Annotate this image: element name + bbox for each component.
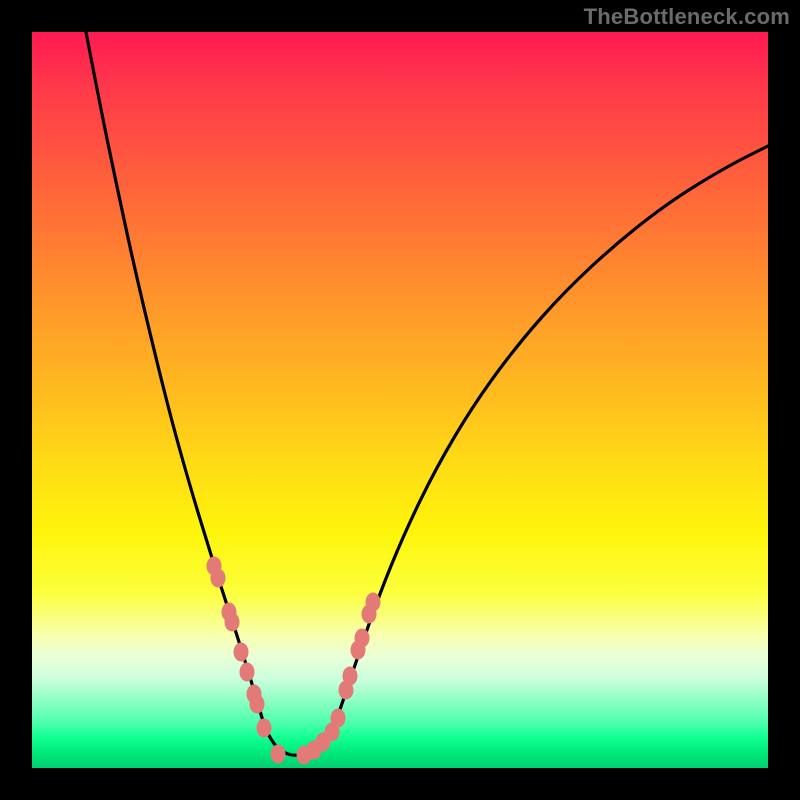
sample-dots-group bbox=[207, 557, 381, 765]
chart-frame: TheBottleneck.com bbox=[0, 0, 800, 800]
plot-area bbox=[32, 32, 768, 768]
watermark-text: TheBottleneck.com bbox=[584, 4, 790, 30]
sample-dot bbox=[211, 569, 226, 588]
sample-dot bbox=[225, 613, 240, 632]
sample-dot bbox=[366, 593, 381, 612]
sample-dot bbox=[355, 629, 370, 648]
sample-dot bbox=[234, 643, 249, 662]
curve-right-branch bbox=[330, 146, 768, 738]
sample-dot bbox=[343, 667, 358, 686]
chart-svg bbox=[32, 32, 768, 768]
sample-dot bbox=[257, 719, 272, 738]
sample-dot bbox=[271, 745, 286, 764]
sample-dot bbox=[331, 709, 346, 728]
sample-dot bbox=[250, 695, 265, 714]
sample-dot bbox=[240, 663, 255, 682]
